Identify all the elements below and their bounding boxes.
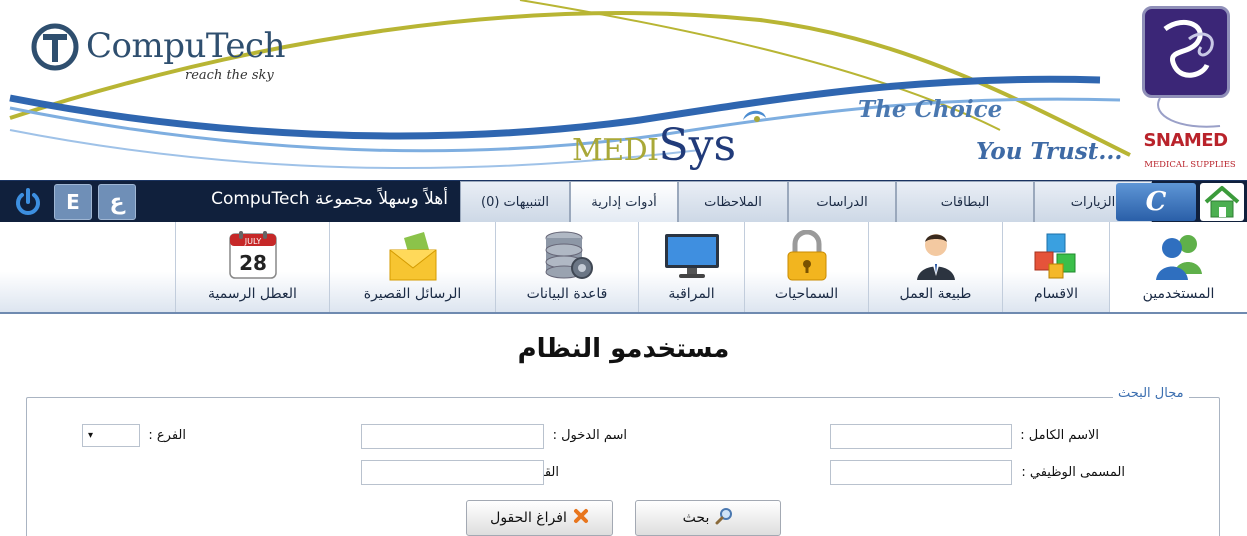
search-button[interactable]: بحث bbox=[635, 500, 781, 536]
calendar-month-label: JULY bbox=[243, 237, 261, 246]
toolbar-item-job-nature[interactable]: طبيعة العمل bbox=[868, 222, 1002, 312]
calendar-day-label: 28 bbox=[239, 251, 267, 275]
branch-label: الفرع : bbox=[148, 428, 186, 443]
toolbar-item-departments[interactable]: الاقسام bbox=[1002, 222, 1109, 312]
toolbar-item-users[interactable]: المستخدمين bbox=[1109, 222, 1247, 312]
toolbar-label-job-nature: طبيعة العمل bbox=[899, 286, 972, 302]
toolbar-item-monitoring[interactable]: المراقبة bbox=[638, 222, 744, 312]
toolbar-label-holidays: العطل الرسمية bbox=[208, 286, 297, 302]
snamed-logo bbox=[1142, 6, 1230, 98]
snamed-subtitle: MEDICAL SUPPLIES bbox=[1144, 160, 1236, 170]
job-title-field[interactable] bbox=[830, 460, 1012, 485]
power-icon bbox=[16, 188, 40, 215]
snamed-emblem-icon bbox=[1163, 19, 1214, 78]
envelope-icon bbox=[389, 232, 436, 281]
c-button[interactable]: C bbox=[1116, 183, 1196, 221]
businessman-icon bbox=[916, 234, 955, 280]
home-button[interactable] bbox=[1200, 183, 1244, 221]
search-legend: مجال البحث bbox=[1113, 386, 1189, 401]
toolbar-label-users: المستخدمين bbox=[1142, 286, 1215, 302]
toolbar-label-database: قاعدة البيانات bbox=[526, 286, 608, 302]
computech-name: CompuTech bbox=[86, 26, 286, 66]
search-button-label: بحث bbox=[682, 510, 710, 526]
tab-notes[interactable]: الملاحظات bbox=[678, 181, 788, 222]
job-title-label: المسمى الوظيفي : bbox=[1021, 465, 1125, 480]
welcome-message: أهلاً وسهلاً مجموعة CompuTech bbox=[211, 189, 448, 209]
tab-cards[interactable]: البطاقات bbox=[896, 181, 1034, 222]
tab-notifications[interactable]: التنبيهات (0) bbox=[460, 181, 570, 222]
tab-admin-tools[interactable]: أدوات إدارية bbox=[570, 181, 678, 222]
icon-toolbar: JULY 28 العطل الرسمية الرسائل القصيرة قا… bbox=[0, 222, 1247, 314]
toolbar-label-monitoring: المراقبة bbox=[668, 286, 715, 302]
toolbar-item-permissions[interactable]: السماحيات bbox=[744, 222, 868, 312]
login-name-field[interactable] bbox=[361, 424, 544, 449]
medisys-logo: MEDISys bbox=[572, 120, 736, 176]
nav-left-buttons: E ع bbox=[8, 184, 136, 220]
toolbar-item-database[interactable]: قاعدة البيانات bbox=[495, 222, 638, 312]
monitor-icon bbox=[664, 234, 719, 278]
full-name-label: الاسم الكامل : bbox=[1020, 428, 1099, 443]
logout-button[interactable] bbox=[8, 184, 48, 220]
header-banner: CompuTech reach the sky MEDISys The Choi… bbox=[0, 0, 1247, 180]
login-name-label: اسم الدخول : bbox=[552, 428, 627, 443]
branch-select[interactable]: ▾ bbox=[82, 424, 140, 447]
cubes-icon bbox=[1034, 233, 1076, 279]
computech-tagline: reach the sky bbox=[185, 68, 274, 83]
chevron-down-icon: ▾ bbox=[88, 430, 94, 441]
arabic-language-button[interactable]: ع bbox=[98, 184, 136, 220]
department-field[interactable] bbox=[361, 460, 544, 485]
slogan-line-2: You Trust... bbox=[976, 138, 1123, 165]
tab-studies[interactable]: الدراسات bbox=[788, 181, 896, 222]
english-language-button[interactable]: E bbox=[54, 184, 92, 220]
clear-fields-button-label: افراغ الحقول bbox=[490, 510, 567, 526]
toolbar-label-permissions: السماحيات bbox=[774, 286, 839, 302]
toolbar-item-holidays[interactable]: JULY 28 العطل الرسمية bbox=[175, 222, 329, 312]
clear-fields-button[interactable]: افراغ الحقول bbox=[466, 500, 613, 536]
slogan-line-1: The Choice bbox=[858, 96, 1003, 123]
page-title: مستخدمو النظام bbox=[517, 334, 730, 364]
medisys-sys: Sys bbox=[658, 120, 737, 171]
clear-x-icon bbox=[573, 508, 589, 528]
users-icon bbox=[1155, 235, 1202, 280]
main-tabs: التنبيهات (0) أدوات إدارية الملاحظات الد… bbox=[460, 181, 1152, 223]
magnifier-icon bbox=[715, 507, 733, 529]
medisys-medi: MEDI bbox=[572, 133, 659, 168]
main-content: مستخدمو النظام مجال البحث الاسم الكامل :… bbox=[0, 314, 1247, 536]
top-nav-bar: E ع أهلاً وسهلاً مجموعة CompuTech التنبي… bbox=[0, 180, 1247, 222]
computech-logo: CompuTech reach the sky bbox=[30, 22, 290, 92]
toolbar-label-sms: الرسائل القصيرة bbox=[363, 286, 462, 302]
database-icon bbox=[545, 231, 593, 279]
home-icon bbox=[1204, 186, 1240, 218]
toolbar-item-sms[interactable]: الرسائل القصيرة bbox=[329, 222, 495, 312]
computech-mark-icon bbox=[31, 23, 79, 71]
full-name-field[interactable] bbox=[830, 424, 1012, 449]
calendar-icon: JULY 28 bbox=[228, 231, 277, 279]
medisys-swirl-icon bbox=[743, 110, 766, 122]
snamed-name: SNAMED bbox=[1143, 130, 1228, 151]
toolbar-label-departments: الاقسام bbox=[1034, 286, 1078, 302]
snamed-ribbon-icon bbox=[1157, 97, 1221, 128]
padlock-icon bbox=[787, 230, 826, 281]
